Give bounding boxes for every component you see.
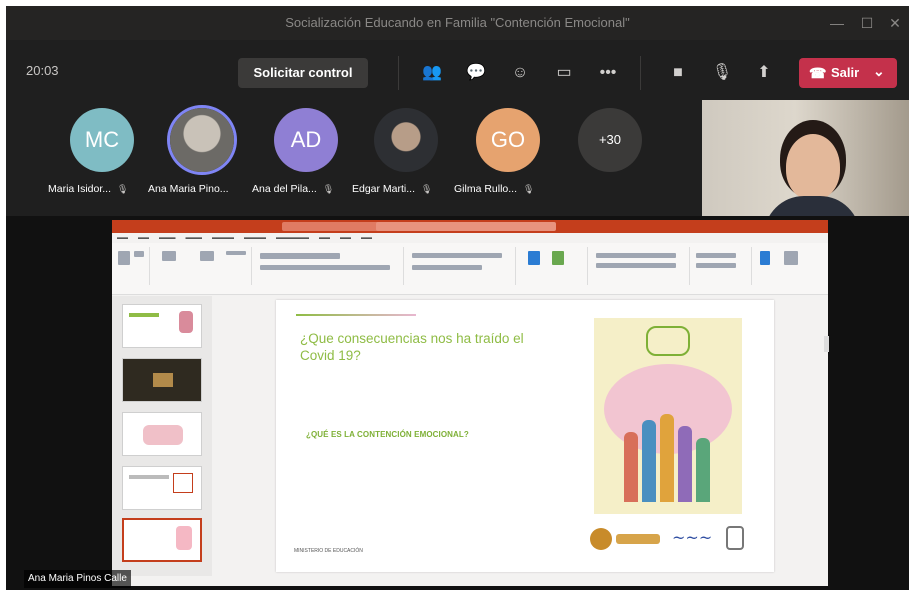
avatar: AD [274,108,338,172]
ribbon-group [152,247,252,285]
maximize-icon[interactable]: ☐ [856,12,878,34]
participant-tile[interactable]: GO Gilma Rullo... 🎙 [454,108,556,208]
slide-thumbnail[interactable] [122,304,202,348]
self-video[interactable] [702,100,909,220]
ppt-menu-item: ▬▬▬▬▬▬ [276,235,309,241]
participants-strip: MC Maria Isidor... 🎙 Ana Maria Pino... AD… [6,100,696,216]
logo-script-mark: ~~~ [672,528,713,547]
participant-tile[interactable]: MC Maria Isidor... 🎙 [48,108,150,208]
slide-subtitle: ¿QUÉ ES LA CONTENCIÓN EMOCIONAL? [306,430,469,439]
more-icon[interactable]: ••• [596,61,620,85]
ppt-ribbon [112,243,828,295]
toolbar-divider [398,56,399,90]
logo-emblem [590,528,612,550]
participant-tile[interactable]: AD Ana del Pila... 🎙 [252,108,354,208]
slide-thumbnails [112,296,212,576]
avatar: GO [476,108,540,172]
poster-figure [642,420,656,502]
poster-logo [646,326,690,356]
ribbon-group [254,247,404,285]
participant-tile[interactable]: Ana Maria Pino... [148,108,250,208]
call-timer: 20:03 [26,63,59,78]
ribbon-group [754,247,826,285]
slide-thumbnail-selected[interactable] [122,518,202,562]
ribbon-group [114,247,150,285]
slide-footer: MINISTERIO DE EDUCACIÓN [294,548,363,554]
people-icon[interactable]: 👥 [420,61,444,85]
slide-accent-line [296,314,416,316]
avatar [170,108,234,172]
mic-off-icon: 🎙 [523,184,535,194]
leave-button[interactable]: ☎ Salir ⌄ [799,58,897,88]
screen-share: ▬▬▬▬▬▬▬▬▬▬▬▬▬▬▬▬▬▬▬▬▬▬▬▬▬▬▬▬▬▬ [6,216,909,590]
shared-powerpoint: ▬▬▬▬▬▬▬▬▬▬▬▬▬▬▬▬▬▬▬▬▬▬▬▬▬▬▬▬▬▬ [112,220,828,586]
minimize-icon[interactable]: — [826,12,848,34]
ppt-search [376,222,556,231]
request-control-button[interactable]: Solicitar control [238,58,368,88]
more-participants-badge[interactable]: +30 [578,108,642,172]
phone-icon: ☎ [809,65,827,81]
ppt-menu-item: ▬▬ [138,235,149,241]
ppt-menu-item: ▬▬▬▬ [244,235,266,241]
ribbon-group [692,247,752,285]
reactions-icon[interactable]: ☺ [508,61,532,85]
poster-figure [696,438,710,502]
poster-figure [678,426,692,502]
logo-shield [726,526,744,550]
slide-thumbnail[interactable] [122,358,202,402]
ribbon-group [518,247,588,285]
chat-icon[interactable]: 💬 [464,61,488,85]
ppt-menu-item: ▬▬▬ [159,235,176,241]
participant-name: Ana Maria Pino... [148,183,229,195]
title-bar: Socialización Educando en Familia "Conte… [6,6,909,40]
window-title: Socialización Educando en Familia "Conte… [285,15,630,30]
ribbon-group [590,247,690,285]
mic-off-icon: 🎙 [322,184,335,194]
participant-name: Gilma Rullo... 🎙 [454,183,535,195]
mic-off-icon[interactable]: 🎙 [710,61,734,85]
slide-thumbnail[interactable] [122,412,202,456]
poster-figure [624,432,638,502]
ppt-menu-item: ▬▬ [117,235,128,241]
teams-window: Socialización Educando en Familia "Conte… [6,6,909,590]
poster-figure [660,414,674,502]
ppt-menu: ▬▬ ▬▬ ▬▬▬ ▬▬▬ ▬▬▬▬ ▬▬▬▬ ▬▬▬▬▬▬ ▬▬ ▬▬ ▬▬ [112,233,828,243]
ppt-menu-item: ▬▬▬ [185,235,203,241]
camera-icon[interactable]: ■ [666,61,690,85]
toolbar-divider [640,56,641,90]
video-face [786,134,840,200]
ppt-status-bar [112,576,828,586]
mic-off-icon: 🎙 [117,184,129,194]
call-toolbar: 20:03 Solicitar control 👥 💬 ☺ ▭ ••• ■ 🎙 … [6,40,909,100]
share-scrollbar[interactable] [824,336,829,352]
ppt-menu-item: ▬▬ [340,235,351,241]
avatar [374,108,438,172]
ppt-menu-item: ▬▬ [361,235,372,241]
slide-question: ¿Que consecuencias nos ha traído el Covi… [300,331,524,363]
avatar: MC [70,108,134,172]
participant-tile[interactable]: Edgar Marti... 🎙 [352,108,454,208]
institution-logos: ~~~ [590,524,750,554]
slide-thumbnail[interactable] [122,466,202,510]
leave-label: Salir [831,65,860,80]
ribbon-group [406,247,516,285]
campaign-poster-image [594,318,742,514]
rooms-icon[interactable]: ▭ [552,61,576,85]
presenter-name-label: Ana Maria Pinos Calle [24,570,131,588]
ppt-menu-item: ▬▬ [319,235,330,241]
ppt-title-bar [112,220,828,233]
close-icon[interactable]: ✕ [884,12,906,34]
logo-text-mark [616,534,660,544]
ppt-menu-item: ▬▬▬▬ [212,235,234,241]
current-slide: ¿Que consecuencias nos ha traído el Covi… [276,300,774,572]
share-icon[interactable]: ⬆ [752,61,776,85]
chevron-down-icon[interactable]: ⌄ [873,63,885,80]
mic-off-icon: 🎙 [421,184,433,194]
